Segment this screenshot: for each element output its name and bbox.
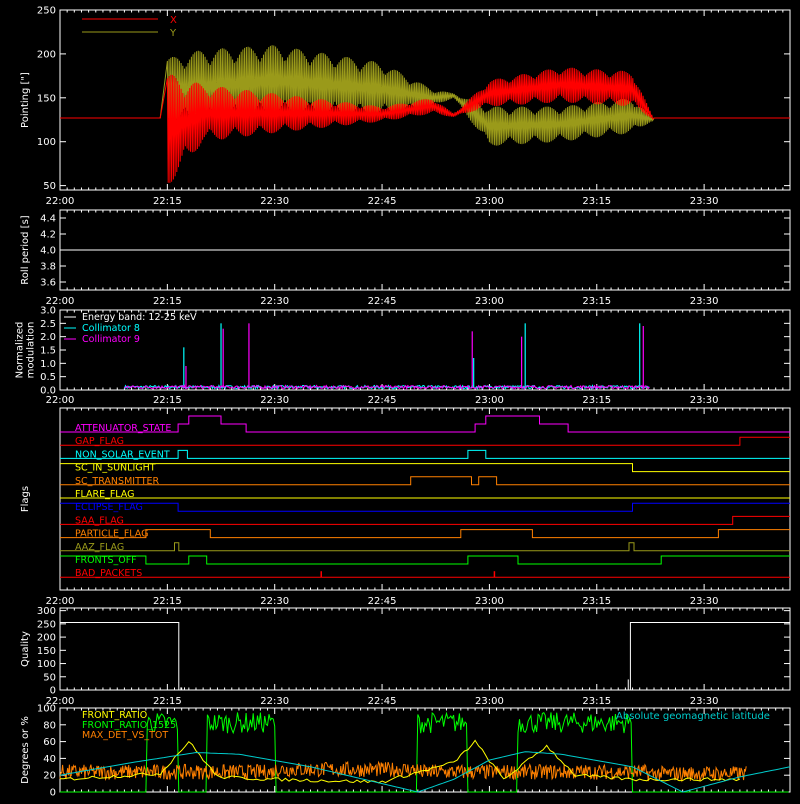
x-tick-label: 22:15 [153,696,182,707]
flag-line [60,463,790,473]
x-tick-label: 23:30 [690,395,719,406]
x-tick-label: 23:30 [690,296,719,307]
y-tick-label: 3.0 [40,306,56,317]
x-tick-label: 22:00 [46,196,75,207]
y-axis-label: Pointing ["] [20,72,31,128]
flags-panel-frame [59,407,791,591]
x-tick-label: 23:15 [582,596,611,607]
x-tick-label: 23:00 [475,296,504,307]
y-tick-label: 4.4 [40,214,56,225]
y-tick-label: 2.5 [40,319,56,330]
ratio-panel: 020406080100Degrees or %FRONT_RATIOFRONT… [20,704,791,799]
x-tick-label: 22:00 [46,395,75,406]
y-tick-label: 40 [43,754,56,765]
quality-line [60,622,790,691]
x-tick-label: 23:15 [582,395,611,406]
x-tick-label: 22:15 [153,395,182,406]
quality-panel-frame [59,607,791,691]
x-tick-label: 22:15 [153,596,182,607]
x-tick-label: 22:30 [260,596,289,607]
y-tick-label: 0.5 [40,372,56,383]
x-tick-label: 22:15 [153,196,182,207]
pointing-panel: 50 100 150 200 250 Pointing ["] 22:00 22:15 22:3… [20,6,791,207]
legend-label-y: Y [169,28,177,39]
y-tick-label: 100 [37,659,56,670]
x-tick-label: 23:15 [582,196,611,207]
y-tick-label: 2.0 [40,332,56,343]
y-tick-label: 100 [37,704,56,715]
y-tick-label: 300 [37,606,56,617]
x-tick-label: 23:00 [475,596,504,607]
x-tick-label: 22:15 [153,296,182,307]
series-x-line [60,67,790,183]
y-tick-label: 4.0 [40,246,56,257]
x-tick-label: 23:15 [582,696,611,707]
y-tick-label: 20 [43,771,56,782]
flag-line [60,502,790,512]
y-axis-label: Quality [20,631,31,667]
y-tick-label: 0 [50,788,56,799]
flag-line [60,515,790,525]
x-tick-label: 23:00 [475,395,504,406]
modulation-legend-label: Collimator 9 [82,334,140,345]
flag-line [60,542,790,552]
flag-line [60,555,790,565]
x-tick-label: 22:30 [260,296,289,307]
x-tick-label: 22:45 [368,296,397,307]
flag-line [60,529,790,539]
flag-label: FRONTS_OFF [75,555,137,566]
y-tick-label: 4.2 [40,230,56,241]
y-tick-label: 1.5 [40,346,56,357]
roll-period-panel: 3.63.84.04.24.4Roll period [s]22:00 22:15… [20,209,791,307]
y-tick-label: 250 [37,619,56,630]
y-tick-label: 150 [37,93,56,104]
x-tick-label: 22:45 [368,696,397,707]
y-axis-label: Flags [20,486,31,512]
ratio-legend-label: MAX_DET_VS_TOT [82,730,168,741]
y-tick-label: 50 [43,181,56,192]
x-tick-label: 22:30 [260,696,289,707]
y-tick-label: 3.8 [40,262,56,273]
legend-label-x: X [170,15,177,26]
flag-label: ECLIPSE_FLAG [75,502,143,513]
modulation-legend-label: Energy band: 12-25 keV [82,312,197,323]
y-tick-label: 60 [43,737,56,748]
modulation-legend-label: Collimator 8 [82,323,140,334]
modulation-panel: 0.00.51.01.52.02.53.0Normalized modulatio… [15,306,791,406]
y-tick-label: 150 [37,646,56,657]
front-ratio-line [60,739,741,784]
flag-line [60,476,790,486]
y-tick-label: 80 [43,720,56,731]
x-tick-label: 22:45 [368,395,397,406]
x-tick-label: 23:30 [690,696,719,707]
y-axis-label: Degrees or % [20,716,31,784]
x-tick-label: 23:30 [690,596,719,607]
y-tick-label: 1.0 [40,359,56,370]
x-tick-label: 22:45 [368,596,397,607]
x-tick-label: 23:30 [690,196,719,207]
x-tick-label: 22:45 [368,196,397,207]
x-tick-label: 22:30 [260,395,289,406]
y-tick-label: 200 [37,49,56,60]
y-axis-label: Roll period [s] [20,215,31,284]
y-tick-label: 0 [50,686,56,697]
quality-panel: 050100150200250300Quality22:00 22:15 22:30… [20,606,791,707]
flags-panel: Flags22:00 22:15 22:30 22:45 23:00 23:15 23:30… [20,407,791,607]
y-tick-label: 250 [37,6,56,17]
x-tick-label: 23:00 [475,196,504,207]
flag-line [60,436,790,446]
geomagnetic-legend-label: Absolute geomagnetic latitude [616,711,770,722]
flag-label: SC_IN_SUNLIGHT [75,463,156,474]
y-axis-label: Normalized [15,322,26,379]
y-tick-label: 50 [43,672,56,683]
chart-page: 50 100 150 200 250 Pointing ["] 22:00 22:15 22:3… [0,0,800,800]
summary-plot: 50100150200250Pointing ["]22:00 22:15 22:3… [15,6,791,799]
y-tick-label: 3.6 [40,278,56,289]
x-tick-label: 23:00 [475,696,504,707]
y-tick-label: 100 [37,137,56,148]
y-axis-label: modulation [26,322,37,379]
x-tick-label: 23:15 [582,296,611,307]
y-tick-label: 200 [37,633,56,644]
x-tick-label: 22:30 [260,196,289,207]
